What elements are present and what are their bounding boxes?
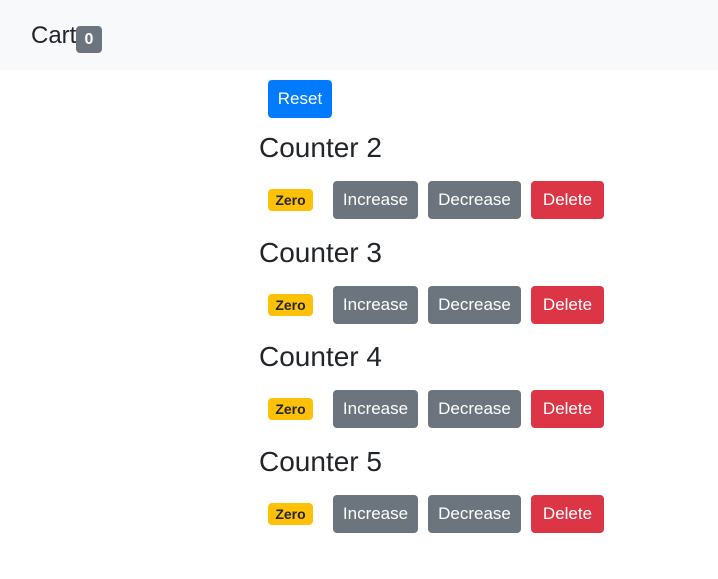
reset-button[interactable]: Reset [268,80,332,118]
decrease-button[interactable]: Decrease [428,286,521,324]
increase-button[interactable]: Increase [333,495,418,533]
delete-button[interactable]: Delete [531,495,604,533]
decrease-button[interactable]: Decrease [428,181,521,219]
counter-item: Counter 4 Zero Increase Decrease Delete [259,340,619,440]
counter-title: Counter 2 [259,132,382,163]
increase-button[interactable]: Increase [333,286,418,324]
decrease-button[interactable]: Decrease [428,390,521,428]
increase-button[interactable]: Increase [333,181,418,219]
counter-item: Counter 3 Zero Increase Decrease Delete [259,236,619,336]
counter-item: Counter 2 Zero Increase Decrease Delete [259,131,619,231]
counter-value-badge: Zero [268,398,313,420]
delete-button[interactable]: Delete [531,181,604,219]
delete-button[interactable]: Delete [531,286,604,324]
counter-value-badge: Zero [268,294,313,316]
navbar-brand[interactable]: Cart [31,21,76,51]
counter-value-badge: Zero [268,503,313,525]
counter-item: Counter 5 Zero Increase Decrease Delete [259,445,619,545]
decrease-button[interactable]: Decrease [428,495,521,533]
counter-title: Counter 4 [259,341,382,372]
counter-title: Counter 3 [259,237,382,268]
increase-button[interactable]: Increase [333,390,418,428]
cart-count-badge: 0 [76,26,102,53]
navbar: Cart 0 [0,0,718,70]
counter-value-badge: Zero [268,189,313,211]
counter-title: Counter 5 [259,446,382,477]
delete-button[interactable]: Delete [531,390,604,428]
